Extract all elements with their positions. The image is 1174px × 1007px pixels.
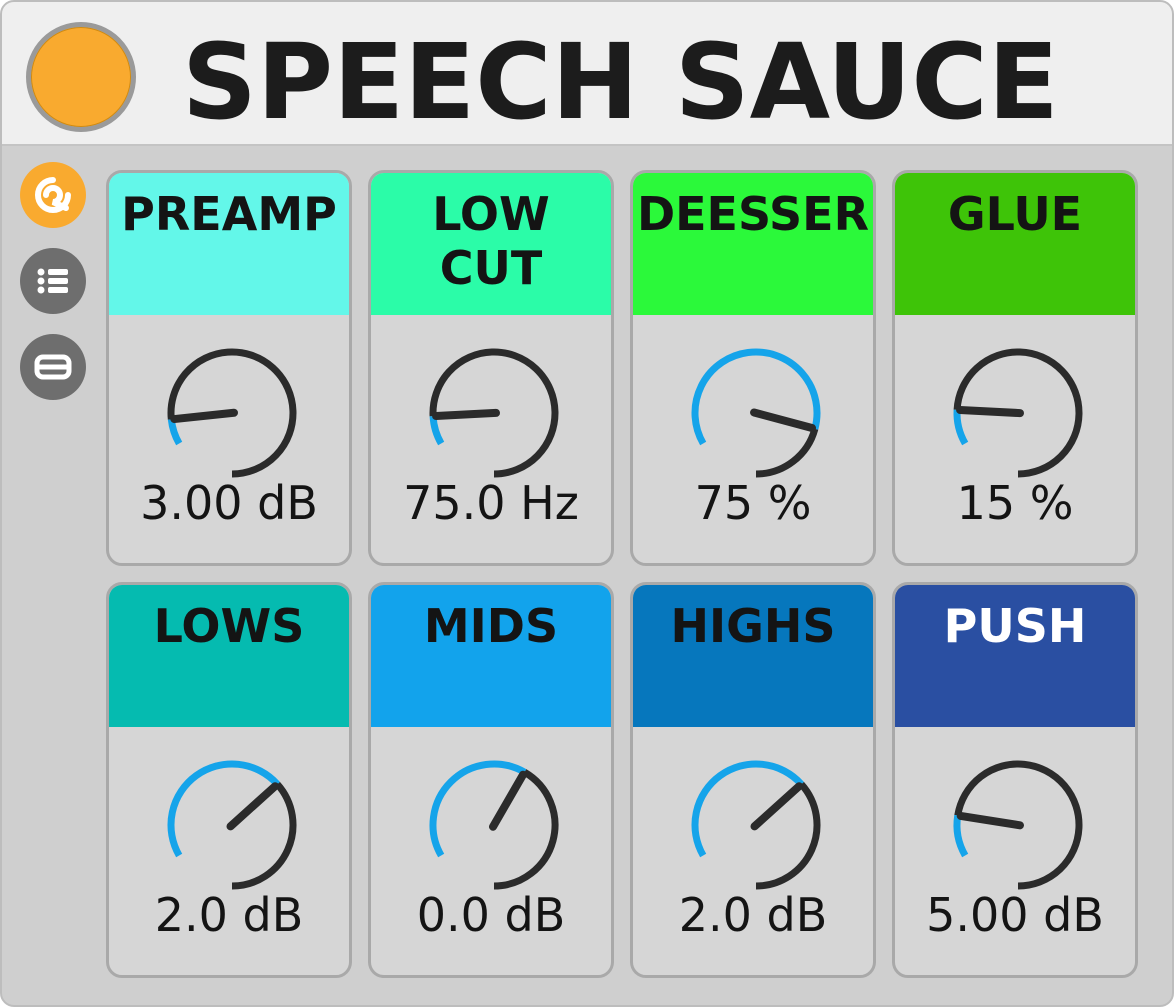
list-icon <box>37 268 68 294</box>
collapse-icon <box>34 354 72 380</box>
macro-knob[interactable] <box>424 343 564 483</box>
knob-pointer <box>750 408 817 433</box>
macro-value: 75.0 Hz <box>403 476 579 530</box>
macro-knob[interactable] <box>686 755 826 895</box>
knob-pointer <box>956 811 1024 830</box>
macro-header: LOWS <box>109 585 349 727</box>
macro-value: 15 % <box>956 476 1074 530</box>
macro-label: LOWS <box>153 599 305 653</box>
macro-preamp: PREAMP 3.00 dB <box>106 170 352 566</box>
list-button[interactable] <box>20 248 86 314</box>
macro-header: DEESSER <box>633 173 873 315</box>
knob-value-arc <box>691 348 821 446</box>
macro-header: PUSH <box>895 585 1135 727</box>
device-header: SPEECH SAUCE <box>2 2 1172 146</box>
macro-knob[interactable] <box>948 755 1088 895</box>
macro-header: LOW CUT <box>371 173 611 315</box>
knob-value-arc <box>953 814 969 858</box>
knob-track <box>493 769 559 890</box>
panel-toggle-button[interactable] <box>20 334 86 400</box>
macro-value: 75 % <box>694 476 812 530</box>
macro-knob[interactable] <box>686 343 826 483</box>
knob-track <box>755 427 819 478</box>
macro-label: HIGHS <box>670 599 836 653</box>
knob-pointer <box>489 770 527 831</box>
macro-label: LOW CUT <box>432 187 550 295</box>
macro-label: MIDS <box>423 599 559 653</box>
macro-header: MIDS <box>371 585 611 727</box>
macro-label: DEESSER <box>636 187 870 241</box>
macro-header: HIGHS <box>633 585 873 727</box>
knob-value-arc <box>691 760 804 858</box>
macro-knob[interactable] <box>162 343 302 483</box>
macro-label: PUSH <box>943 599 1087 653</box>
macro-knob[interactable] <box>162 755 302 895</box>
macro-label: GLUE <box>947 187 1083 241</box>
macro-low-cut: LOW CUT 75.0 Hz <box>368 170 614 566</box>
macro-knob[interactable] <box>948 343 1088 483</box>
knob-pointer <box>432 408 500 421</box>
macro-glue: GLUE 15 % <box>892 170 1138 566</box>
device-panel: SPEECH SAUCE PREAMP 3.00 dB LOW CUT 75.0 Hz… <box>0 0 1174 1007</box>
hot-swap-button[interactable] <box>20 162 86 228</box>
knob-value-arc <box>429 760 527 858</box>
macro-mids: MIDS 0.0 dB <box>368 582 614 978</box>
macro-deesser: DEESSER 75 % <box>630 170 876 566</box>
macro-value: 2.0 dB <box>154 888 304 942</box>
knob-value-arc <box>167 418 183 446</box>
macro-value: 0.0 dB <box>416 888 566 942</box>
macro-highs: HIGHS 2.0 dB <box>630 582 876 978</box>
device-power-button[interactable] <box>26 22 136 132</box>
knob-value-arc <box>953 409 969 446</box>
knob-value-arc <box>429 415 445 446</box>
macro-value: 5.00 dB <box>926 888 1104 942</box>
macro-knob[interactable] <box>424 755 564 895</box>
macro-header: GLUE <box>895 173 1135 315</box>
knob-value-arc <box>167 760 280 858</box>
macro-header: PREAMP <box>109 173 349 315</box>
knob-pointer <box>750 782 804 831</box>
knob-pointer <box>170 408 238 424</box>
macro-value: 2.0 dB <box>678 888 828 942</box>
macro-lows: LOWS 2.0 dB <box>106 582 352 978</box>
macro-push: PUSH 5.00 dB <box>892 582 1138 978</box>
macro-label: PREAMP <box>121 187 337 241</box>
power-hook-icon <box>35 177 71 213</box>
device-title: SPEECH SAUCE <box>182 21 1059 143</box>
knob-pointer <box>226 782 280 831</box>
knob-pointer <box>956 405 1024 418</box>
macro-value: 3.00 dB <box>140 476 318 530</box>
